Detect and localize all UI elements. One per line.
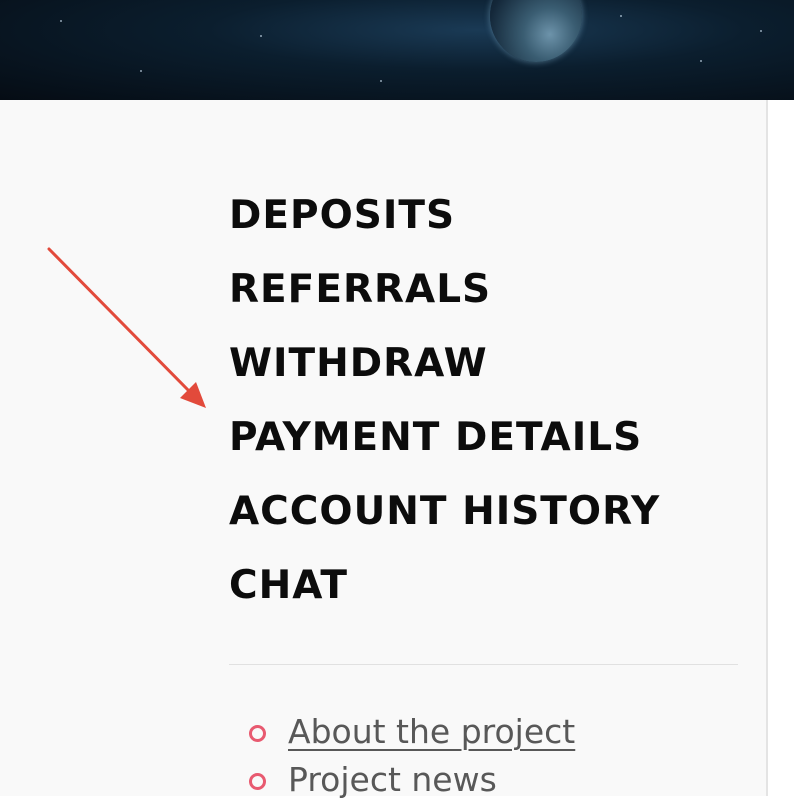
star-dot xyxy=(700,60,702,62)
star-dot xyxy=(140,70,142,72)
nav-item-referrals[interactable]: REFERRALS xyxy=(229,264,660,338)
link-about-the-project[interactable]: About the project xyxy=(288,712,575,751)
circle-bullet-icon xyxy=(249,725,266,742)
star-dot xyxy=(60,20,62,22)
star-dot xyxy=(380,80,382,82)
star-dot xyxy=(620,15,622,17)
link-project-news[interactable]: Project news xyxy=(288,760,497,799)
star-dot xyxy=(260,35,262,37)
arrow-shaft xyxy=(47,247,192,394)
section-divider xyxy=(229,664,738,665)
nav-item-payment-details[interactable]: PAYMENT DETAILS xyxy=(229,412,660,486)
nav-item-deposits[interactable]: DEPOSITS xyxy=(229,190,660,264)
list-item: Project news xyxy=(245,760,575,808)
nav-item-withdraw[interactable]: WITHDRAW xyxy=(229,338,660,412)
header-banner-image xyxy=(0,0,794,100)
nav-item-account-history[interactable]: ACCOUNT HISTORY xyxy=(229,486,660,560)
planet-image xyxy=(490,0,582,62)
footer-links-list: About the project Project news xyxy=(245,712,575,808)
circle-bullet-icon xyxy=(249,773,266,790)
arrow-icon xyxy=(47,247,206,408)
list-item: About the project xyxy=(245,712,575,760)
nav-item-chat[interactable]: CHAT xyxy=(229,560,660,634)
account-menu: DEPOSITS REFERRALS WITHDRAW PAYMENT DETA… xyxy=(229,190,660,634)
star-dot xyxy=(760,30,762,32)
